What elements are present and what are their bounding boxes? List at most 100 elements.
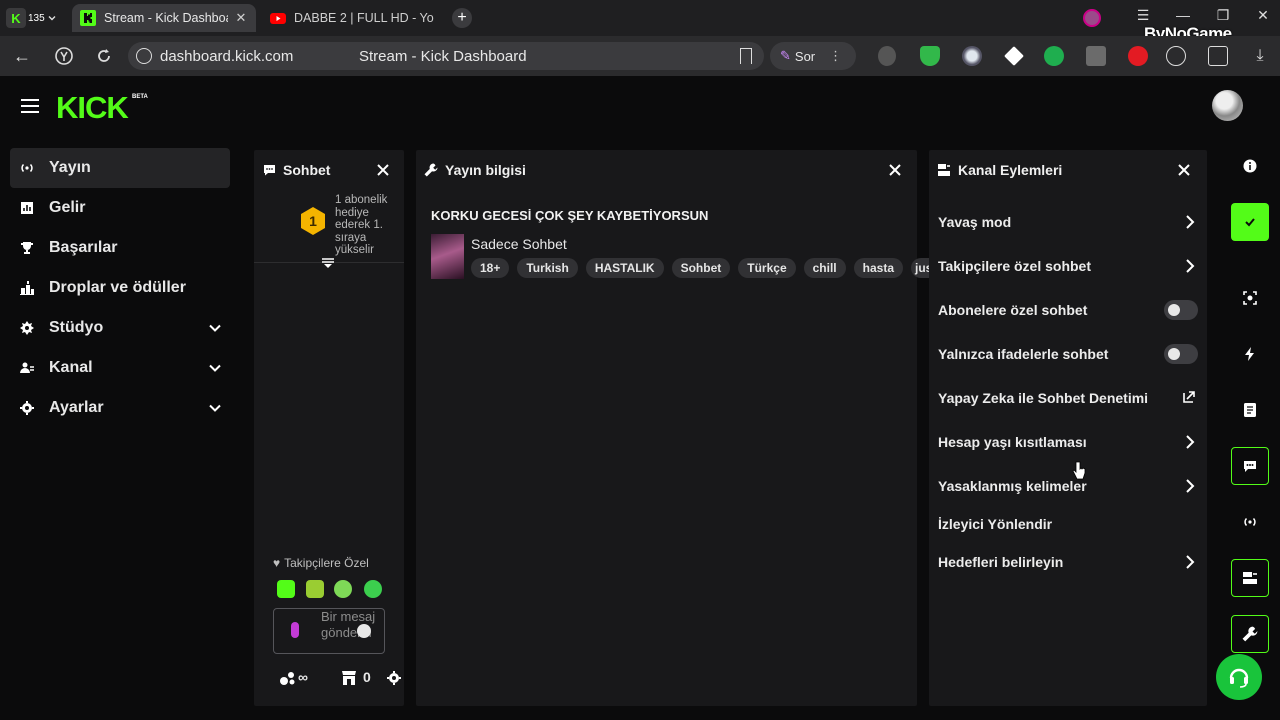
wrench-icon[interactable]	[1231, 615, 1269, 653]
close-icon[interactable]	[888, 163, 902, 177]
action-label: İzleyici Yönlendir	[938, 516, 1053, 532]
restore-icon[interactable]: ❐	[1216, 7, 1230, 23]
emote-icon[interactable]	[364, 580, 382, 598]
check-icon[interactable]	[1231, 203, 1269, 241]
back-icon[interactable]: ←	[12, 46, 32, 66]
bookmark-icon[interactable]	[740, 48, 752, 64]
tag[interactable]: chill	[803, 258, 846, 278]
microphone-icon[interactable]	[291, 622, 299, 638]
play-extension-icon[interactable]	[1166, 46, 1186, 66]
action-set-goals[interactable]: Hedefleri belirleyin	[938, 551, 1200, 573]
category-thumbnail[interactable]	[431, 234, 464, 279]
tag[interactable]: Sohbet	[671, 258, 731, 278]
category-name[interactable]: Sadece Sohbet	[471, 236, 567, 252]
store-icon[interactable]	[341, 670, 357, 686]
sidebar-item-studyo[interactable]: Stüdyo	[10, 308, 230, 348]
chevron-down-icon[interactable]	[208, 321, 222, 335]
shield-extension-icon[interactable]	[920, 46, 940, 66]
svg-text:1: 1	[309, 213, 317, 229]
sor-label: Sor	[794, 48, 816, 64]
gift-extension-icon[interactable]	[1086, 46, 1106, 66]
tag[interactable]: hasta	[853, 258, 903, 278]
action-label: Takipçilere özel sohbet	[938, 258, 1092, 274]
lightbulb-extension-icon[interactable]	[878, 46, 896, 66]
user-avatar[interactable]	[1212, 90, 1243, 121]
close-icon[interactable]	[1177, 163, 1191, 177]
chevron-down-icon[interactable]	[208, 401, 222, 415]
points-icon[interactable]	[280, 670, 296, 686]
more-icon[interactable]: ⋮	[829, 48, 842, 64]
emotes-only-toggle[interactable]	[1164, 344, 1198, 364]
hamburger-menu-icon[interactable]	[21, 99, 39, 113]
info-icon[interactable]	[1231, 147, 1269, 185]
settings-icon[interactable]	[387, 671, 401, 685]
download-icon[interactable]: ⤓	[1250, 46, 1270, 66]
emote-icon[interactable]	[277, 580, 295, 598]
chat-icon[interactable]	[1231, 447, 1269, 485]
chevron-right-icon	[1186, 259, 1195, 273]
tag[interactable]: 18+	[471, 258, 510, 278]
tag[interactable]: Turkish	[517, 258, 578, 278]
yandex-icon[interactable]	[54, 46, 74, 66]
menu-icon[interactable]: ☰	[1136, 7, 1150, 23]
close-window-icon[interactable]: ✕	[1256, 7, 1270, 23]
youtube-extension-icon[interactable]	[1128, 46, 1148, 66]
collapse-arrow-icon[interactable]	[320, 254, 336, 270]
external-link-icon	[1183, 391, 1195, 403]
action-slow-mode[interactable]: Yavaş mod	[938, 211, 1200, 233]
panel-icon[interactable]	[1231, 559, 1269, 597]
close-icon[interactable]	[376, 163, 390, 177]
action-account-age[interactable]: Hesap yaşı kısıtlaması	[938, 431, 1200, 453]
notes-icon[interactable]	[1231, 391, 1269, 429]
store-count: 0	[363, 669, 371, 685]
sidebar-item-yayin[interactable]: Yayın	[10, 148, 230, 188]
drops-icon	[19, 280, 35, 296]
chat-message-input[interactable]: Bir mesaj gönderin	[273, 608, 385, 654]
omnibox-page-title: Stream - Kick Dashboard	[359, 47, 527, 65]
sidebar-item-droplar[interactable]: Droplar ve ödüller	[10, 268, 230, 308]
lightning-icon[interactable]	[1231, 335, 1269, 373]
tag[interactable]: Türkçe	[738, 258, 796, 278]
broadcast-icon[interactable]	[1231, 503, 1269, 541]
close-tab-icon[interactable]: ✕	[234, 11, 248, 25]
sidebar-item-label: Gelir	[49, 199, 86, 216]
tab-kick-dashboard[interactable]: Stream - Kick Dashboard ✕	[72, 4, 256, 32]
ask-ai-button[interactable]: ✎ Sor ⋮	[770, 42, 856, 70]
youtube-favicon-icon	[270, 13, 286, 24]
action-host-channel[interactable]: İzleyici Yönlendir	[938, 513, 1200, 535]
stream-info-panel: Yayın bilgisi KORKU GECESİ ÇOK ŞEY KAYBE…	[416, 150, 941, 706]
action-label: Hedefleri belirleyin	[938, 554, 1064, 570]
tag[interactable]: HASTALIK	[585, 258, 664, 278]
extensions-icon[interactable]	[1208, 46, 1228, 66]
profile-avatar[interactable]	[1083, 9, 1101, 27]
site-info-icon[interactable]	[136, 48, 152, 64]
evernote-extension-icon[interactable]	[1044, 46, 1064, 66]
kick-logo[interactable]: KICK BETA	[56, 88, 152, 122]
emote-icon[interactable]	[306, 580, 324, 598]
chevron-down-icon[interactable]	[208, 361, 222, 375]
reload-icon[interactable]	[94, 46, 114, 66]
subscribers-only-toggle[interactable]	[1164, 300, 1198, 320]
stream-title[interactable]: KORKU GECESİ ÇOK ŞEY KAYBETİYORSUN	[431, 208, 708, 223]
sidebar-item-ayarlar[interactable]: Ayarlar	[10, 388, 230, 428]
action-followers-only-chat[interactable]: Takipçilere özel sohbet	[938, 255, 1200, 277]
action-ai-moderation[interactable]: Yapay Zeka ile Sohbet Denetimi	[938, 387, 1200, 409]
sidebar-item-gelir[interactable]: Gelir	[10, 188, 230, 228]
sidebar-item-basarilar[interactable]: Başarılar	[10, 228, 230, 268]
help-support-button[interactable]	[1216, 654, 1262, 700]
omnibox[interactable]: dashboard.kick.com Stream - Kick Dashboa…	[128, 42, 764, 70]
sidebar-item-kanal[interactable]: Kanal	[10, 348, 230, 388]
tab-counter[interactable]: K 135	[6, 7, 60, 29]
mouse-cursor-icon	[1072, 461, 1086, 480]
action-label: Yasaklanmış kelimeler	[938, 478, 1087, 494]
emoji-icon[interactable]	[357, 624, 371, 638]
action-banned-words[interactable]: Yasaklanmış kelimeler	[938, 475, 1200, 497]
tab-youtube[interactable]: DABBE 2 | FULL HD - YouT	[262, 4, 442, 32]
settings-icon	[19, 400, 35, 416]
svg-text:KICK: KICK	[56, 90, 129, 122]
emote-icon[interactable]	[334, 580, 352, 598]
new-tab-button[interactable]: +	[452, 8, 472, 28]
globe-extension-icon[interactable]	[962, 46, 982, 66]
minimize-icon[interactable]: —	[1176, 7, 1190, 23]
screenshot-icon[interactable]	[1231, 279, 1269, 317]
